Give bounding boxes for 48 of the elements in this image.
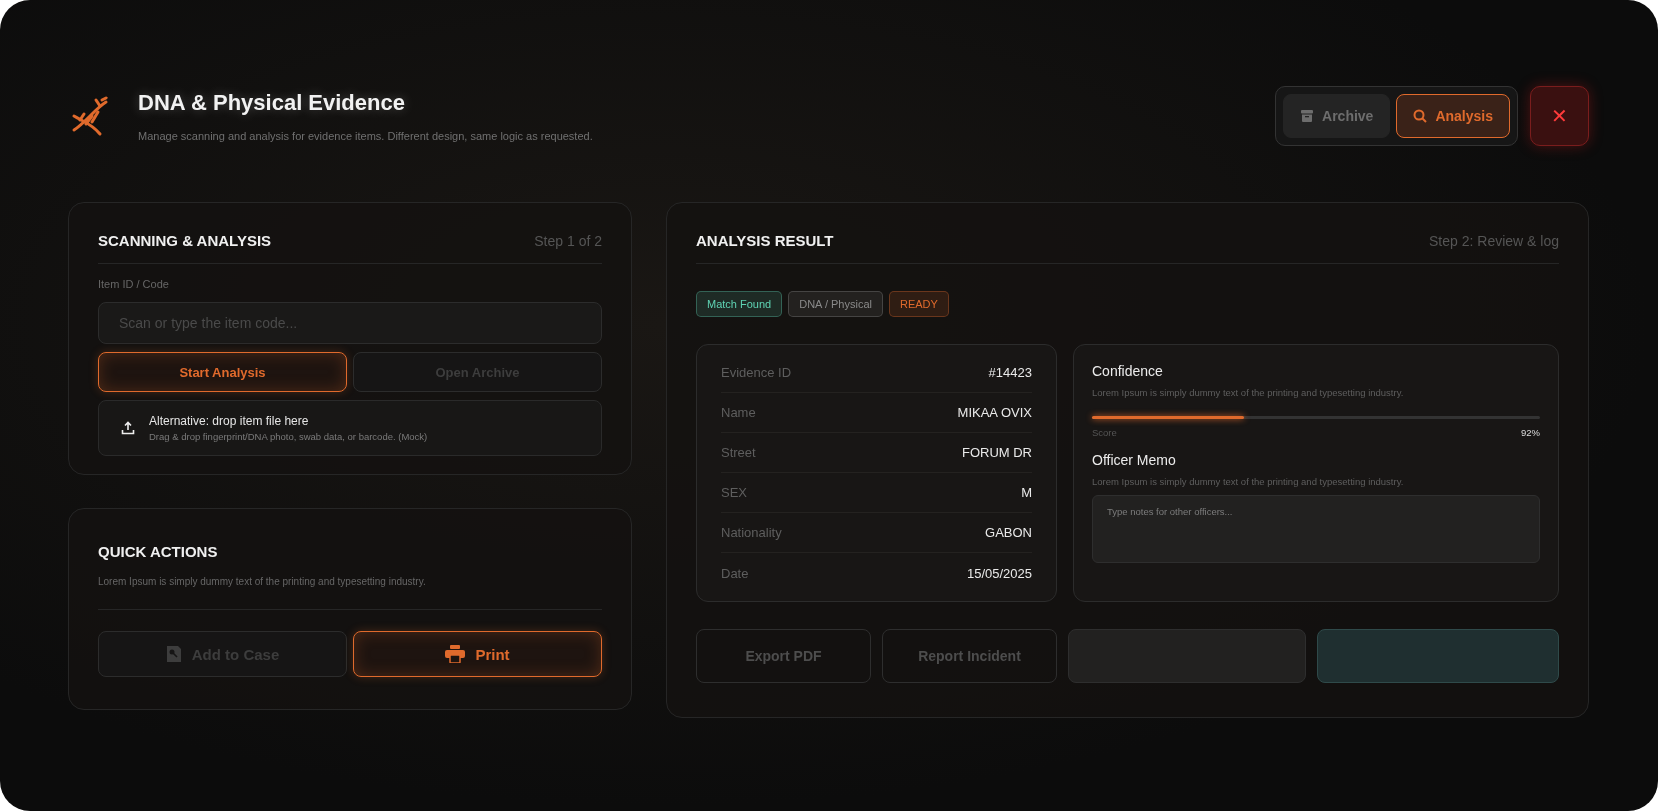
detail-label: Name — [721, 405, 756, 420]
page-subtitle: Manage scanning and analysis for evidence items. Different design, same logic as requested. — [138, 130, 594, 142]
detail-label: Evidence ID — [721, 365, 792, 380]
step-label: Step 2: Review & log — [1429, 232, 1559, 249]
start-analysis-button[interactable]: Start Analysis — [98, 352, 347, 392]
card-title: SCANNING & ANALYSIS — [98, 232, 272, 249]
close-button[interactable]: ✕ — [1530, 86, 1589, 146]
status-badge: Match Found — [696, 291, 783, 317]
view-tab[interactable]: Analysis — [1396, 94, 1510, 138]
step-label: Step 1 of 2 — [534, 232, 602, 249]
section-description: Lorem Ipsum is simply dummy text of the printing and typesetting industry. — [1092, 476, 1405, 487]
detail-value: FORUM DR — [961, 445, 1032, 460]
memo-field[interactable]: Type notes for other officers... — [1092, 495, 1540, 563]
section-title: Confidence — [1092, 363, 1164, 379]
drop-zone[interactable]: Alternative: drop item file here Drag & drop fingerprint/DNA photo, swab data, or barcode. (Mock) — [98, 400, 602, 456]
card-title: ANALYSIS RESULT — [696, 232, 834, 249]
printer-icon — [445, 645, 466, 663]
page-title: DNA & Physical Evidence — [138, 90, 406, 116]
detail-value: 15/05/2025 — [966, 565, 1032, 581]
search-icon — [1413, 109, 1428, 123]
print-button[interactable]: Print — [353, 631, 602, 677]
drop-title: Alternative: drop item file here — [149, 414, 310, 428]
section-description: Lorem Ipsum is simply dummy text of the printing and typesetting industry. — [1092, 387, 1405, 398]
card-description: Lorem Ipsum is simply dummy text of the printing and typesetting industry. — [98, 576, 427, 587]
detail-value: M — [1021, 485, 1032, 500]
upload-icon — [121, 421, 135, 435]
detail-label: Nationality — [721, 525, 782, 540]
action-button[interactable]: Report Incident — [882, 629, 1057, 683]
score-label: Score — [1092, 427, 1117, 438]
drop-hint: Drag & drop fingerprint/DNA photo, swab data, or barcode. (Mock) — [149, 431, 428, 442]
archive-icon — [1300, 109, 1315, 123]
action-button[interactable]: Export PDF — [696, 629, 871, 683]
score-value: 92% — [1521, 427, 1540, 438]
folder-search-icon — [165, 645, 182, 663]
detail-label: Street — [721, 445, 756, 460]
view-tab[interactable]: Archive — [1283, 94, 1391, 138]
section-title: Officer Memo — [1092, 452, 1177, 468]
detail-value: #14423 — [988, 365, 1032, 380]
detail-value: GABON — [985, 525, 1032, 540]
status-badge: DNA / Physical — [788, 291, 883, 317]
action-button[interactable] — [1317, 629, 1559, 683]
action-button[interactable] — [1068, 629, 1306, 683]
card-title: QUICK ACTIONS — [98, 543, 219, 560]
field-label: Item ID / Code — [98, 278, 170, 290]
detail-value: MIKAA OVIX — [957, 405, 1032, 420]
detail-label: SEX — [721, 485, 747, 500]
detail-label: Date — [721, 565, 749, 581]
status-badge: READY — [888, 291, 949, 317]
